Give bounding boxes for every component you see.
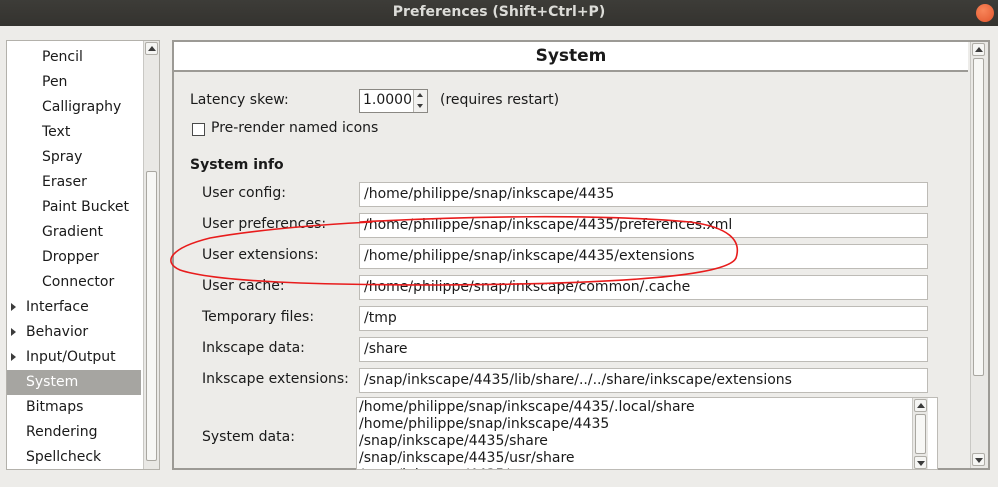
sidebar-item-label: Input/Output [26, 349, 116, 365]
sidebar-item-pencil[interactable]: Pencil [7, 45, 141, 70]
system-data-line: /snap/inkscape/4435/... [359, 467, 522, 469]
sidebar-item-connector[interactable]: Connector [7, 270, 141, 295]
user-cache-field[interactable]: /home/philippe/snap/inkscape/common/.cac… [359, 275, 928, 300]
system-data-line: /snap/inkscape/4435/usr/share [359, 450, 575, 466]
sidebar-item-paint-bucket[interactable]: Paint Bucket [7, 195, 141, 220]
scroll-thumb[interactable] [146, 171, 157, 461]
inkscape-data-label: Inkscape data: [202, 340, 305, 356]
sidebar-item-label: Text [42, 124, 71, 140]
scroll-thumb[interactable] [915, 414, 926, 454]
sidebar-item-text[interactable]: Text [7, 120, 141, 145]
latency-skew-label: Latency skew: [190, 92, 289, 108]
sidebar-item-gradient[interactable]: Gradient [7, 220, 141, 245]
sidebar-item-label: Eraser [42, 174, 87, 190]
sidebar-item-label: Pencil [42, 49, 83, 65]
scroll-up-arrow[interactable] [145, 42, 158, 55]
latency-skew-spinbutton[interactable]: 1.0000 [359, 89, 428, 113]
sidebar-item-label: Bitmaps [26, 399, 84, 415]
inkscape-data-field[interactable]: /share [359, 337, 928, 362]
system-panel: System Latency skew: 1.0000 (requires re… [172, 40, 990, 470]
expander-arrow-icon[interactable] [11, 328, 16, 336]
sidebar-item-rendering[interactable]: Rendering [7, 420, 141, 445]
scroll-down-arrow[interactable] [914, 456, 927, 469]
user-config-field[interactable]: /home/philippe/snap/inkscape/4435 [359, 182, 928, 207]
sidebar-item-label: Connector [42, 274, 115, 290]
page-title: System [174, 42, 968, 72]
sidebar-item-label: Dropper [42, 249, 99, 265]
system-data-textarea[interactable]: /home/philippe/snap/inkscape/4435/.local… [356, 397, 938, 470]
preferences-sidebar: Pencil Pen Calligraphy Text Spray Eraser Paint… [6, 40, 160, 470]
sidebar-item-label: Spray [42, 149, 83, 165]
close-window-button[interactable] [976, 4, 994, 22]
prerender-icons-checkbox[interactable] [192, 123, 205, 136]
main-scrollbar[interactable] [970, 42, 988, 468]
user-preferences-field[interactable]: /home/philippe/snap/inkscape/4435/prefer… [359, 213, 928, 238]
sidebar-item-label: Gradient [42, 224, 103, 240]
sidebar-item-label: Paint Bucket [42, 199, 129, 215]
temporary-files-field[interactable]: /tmp [359, 306, 928, 331]
sidebar-item-bitmaps[interactable]: Bitmaps [7, 395, 141, 420]
sidebar-item-label: Interface [26, 299, 89, 315]
sidebar-item-label: Behavior [26, 324, 89, 340]
system-data-line: /home/philippe/snap/inkscape/4435/.local… [359, 399, 695, 415]
expander-arrow-icon[interactable] [11, 303, 16, 311]
system-info-heading: System info [190, 157, 284, 173]
sidebar-item-label: Spellcheck [26, 449, 102, 465]
spin-down-icon[interactable] [417, 104, 423, 108]
expander-arrow-icon[interactable] [11, 353, 16, 361]
title-bar: Preferences (Shift+Ctrl+P) [0, 0, 998, 26]
requires-restart-note: (requires restart) [440, 92, 560, 108]
sidebar-item-label: Calligraphy [42, 99, 122, 115]
system-data-line: /snap/inkscape/4435/share [359, 433, 548, 449]
spin-up-icon[interactable] [417, 93, 423, 97]
user-cache-label: User cache: [202, 278, 285, 294]
sidebar-item-dropper[interactable]: Dropper [7, 245, 141, 270]
temporary-files-label: Temporary files: [202, 309, 315, 325]
sidebar-item-system[interactable]: System [7, 370, 141, 395]
sidebar-item-pen[interactable]: Pen [7, 70, 141, 95]
sidebar-item-label: Rendering [26, 424, 98, 440]
system-data-label: System data: [202, 429, 295, 445]
scroll-up-arrow[interactable] [914, 399, 927, 412]
user-extensions-field[interactable]: /home/philippe/snap/inkscape/4435/extens… [359, 244, 928, 269]
spin-buttons[interactable] [413, 90, 427, 112]
scroll-up-arrow[interactable] [972, 43, 985, 56]
inkscape-extensions-field[interactable]: /snap/inkscape/4435/lib/share/../../shar… [359, 368, 928, 393]
user-preferences-label: User preferences: [202, 216, 327, 232]
sidebar-item-label: Pen [42, 74, 68, 90]
user-config-label: User config: [202, 185, 286, 201]
sidebar-scrollbar[interactable] [143, 41, 159, 469]
sidebar-item-spray[interactable]: Spray [7, 145, 141, 170]
scroll-thumb[interactable] [973, 58, 984, 376]
sidebar-item-interface[interactable]: Interface [7, 295, 141, 320]
sidebar-item-spellcheck[interactable]: Spellcheck [7, 445, 141, 469]
sidebar-item-calligraphy[interactable]: Calligraphy [7, 95, 141, 120]
sidebar-item-eraser[interactable]: Eraser [7, 170, 141, 195]
system-data-line: /home/philippe/snap/inkscape/4435 [359, 416, 610, 432]
system-data-scrollbar[interactable] [912, 398, 928, 469]
user-extensions-label: User extensions: [202, 247, 319, 263]
sidebar-item-label: System [26, 374, 79, 390]
prerender-icons-label[interactable]: Pre-render named icons [211, 120, 378, 136]
latency-skew-value[interactable]: 1.0000 [363, 92, 412, 108]
sidebar-item-input-output[interactable]: Input/Output [7, 345, 141, 370]
sidebar-item-behavior[interactable]: Behavior [7, 320, 141, 345]
window-title: Preferences (Shift+Ctrl+P) [392, 4, 606, 20]
scroll-down-arrow[interactable] [972, 453, 985, 466]
inkscape-extensions-label: Inkscape extensions: [202, 371, 349, 387]
